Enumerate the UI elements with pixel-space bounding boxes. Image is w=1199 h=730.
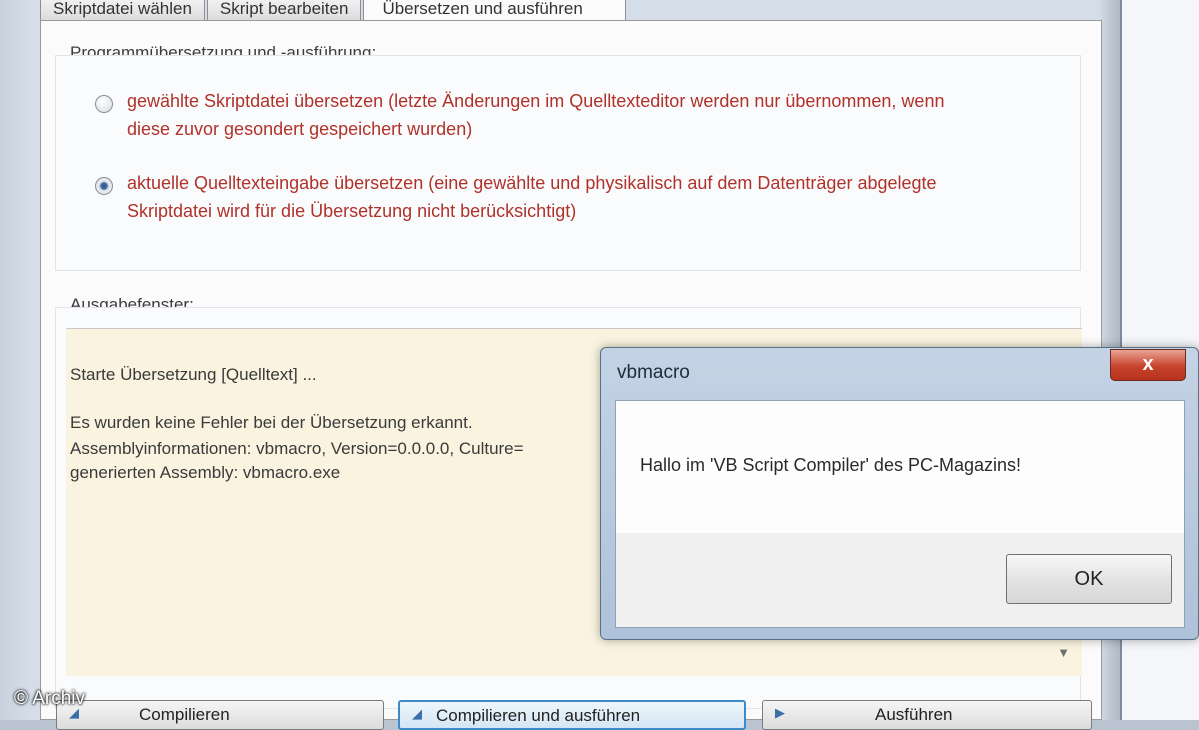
ok-button[interactable]: OK xyxy=(1006,554,1172,604)
option-current-source-label: aktuelle Quelltexteingabe übersetzen (ei… xyxy=(127,173,937,221)
tab-uebersetzen-ausfuehren[interactable]: Übersetzen und ausführen xyxy=(363,0,627,22)
radio-selected-file[interactable] xyxy=(95,95,113,113)
close-button[interactable]: x xyxy=(1110,349,1186,381)
scroll-down-icon[interactable]: ▼ xyxy=(1057,645,1070,660)
message-dialog: vbmacro x Hallo im 'VB Script Compiler' … xyxy=(600,347,1199,640)
compile-run-button[interactable]: ◢ Compilieren und ausführen xyxy=(398,700,746,730)
dialog-body: Hallo im 'VB Script Compiler' des PC-Mag… xyxy=(615,400,1185,628)
run-icon: ▶ xyxy=(775,705,785,720)
output-line: generierten Assembly: vbmacro.exe xyxy=(70,463,341,482)
tab-strip: Skriptdatei wählen Skript bearbeiten Übe… xyxy=(40,0,628,22)
dialog-title: vbmacro xyxy=(617,362,690,383)
option-current-source[interactable]: aktuelle Quelltexteingabe übersetzen (ei… xyxy=(95,169,1057,225)
tab-skriptdatei-waehlen[interactable]: Skriptdatei wählen xyxy=(40,0,205,21)
dialog-message-area: Hallo im 'VB Script Compiler' des PC-Mag… xyxy=(616,401,1184,533)
run-button[interactable]: ▶ Ausführen xyxy=(762,700,1092,730)
tab-skript-bearbeiten[interactable]: Skript bearbeiten xyxy=(206,0,362,21)
dialog-message: Hallo im 'VB Script Compiler' des PC-Mag… xyxy=(640,455,1021,475)
output-line: Starte Übersetzung [Quelltext] ... xyxy=(70,365,317,384)
radio-current-source[interactable] xyxy=(95,177,113,195)
output-line: Es wurden keine Fehler bei der Übersetzu… xyxy=(70,413,473,432)
compile-button[interactable]: ◢ Compilieren xyxy=(56,700,384,730)
option-selected-file-label: gewählte Skriptdatei übersetzen (letzte … xyxy=(127,91,945,139)
output-line: Assemblyinformationen: vbmacro, Version=… xyxy=(70,439,524,458)
copyright-notice: © Archiv xyxy=(14,688,86,709)
close-icon: x xyxy=(1142,353,1154,375)
option-selected-file[interactable]: gewählte Skriptdatei übersetzen (letzte … xyxy=(95,87,1057,143)
